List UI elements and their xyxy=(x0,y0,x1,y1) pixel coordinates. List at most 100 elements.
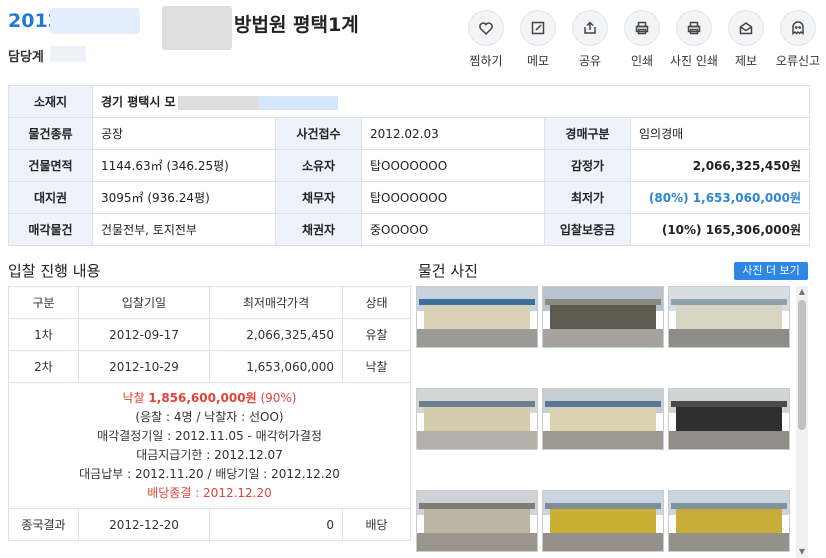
more-photos-button[interactable]: 사진 더 보기 xyxy=(734,262,808,280)
debtor-value: 탑OOOOOOO xyxy=(361,181,545,214)
memo-label: 메모 xyxy=(526,54,550,68)
type-label: 물건종류 xyxy=(8,117,93,150)
land-right-label: 대지권 xyxy=(8,181,93,214)
report-button[interactable]: 제보 xyxy=(720,10,772,69)
payment-deadline-line: 대금지급기한 : 2012.12.07 xyxy=(136,447,283,462)
print-icon xyxy=(624,10,660,46)
building-area-label: 건물면적 xyxy=(8,149,93,182)
property-photo[interactable] xyxy=(542,286,664,348)
decision-line: 매각결정기일 : 2012.11.05 - 매각허가결정 xyxy=(97,428,322,443)
received-label: 사건접수 xyxy=(275,117,362,150)
date-cell: 2012-09-17 xyxy=(78,318,210,351)
info-row-location: 소재지 경기 평택시 모 xyxy=(8,85,811,118)
property-photo[interactable] xyxy=(416,388,538,450)
scrollbar-thumb[interactable] xyxy=(798,300,806,430)
property-photo[interactable] xyxy=(668,286,790,348)
location-cell: 경기 평택시 모 xyxy=(91,85,811,118)
appraisal-value: 2,066,325,450원 xyxy=(629,149,811,182)
report-icon xyxy=(728,10,764,46)
min-price-value: (80%) 1,653,060,000원 xyxy=(629,181,811,214)
scroll-down-icon[interactable]: ▼ xyxy=(796,546,808,558)
share-button[interactable]: 공유 xyxy=(564,10,616,69)
property-photo[interactable] xyxy=(668,490,790,552)
report-label: 제보 xyxy=(734,54,758,68)
property-photo[interactable] xyxy=(542,490,664,552)
dividend-end-line: 배당종결 : 2012.12.20 xyxy=(147,485,272,500)
property-photo[interactable] xyxy=(542,388,664,450)
appraisal-label: 감정가 xyxy=(544,149,631,182)
bid-section-title: 입찰 진행 내용 xyxy=(8,262,101,280)
redacted-department xyxy=(50,46,86,62)
table-row: 1차 2012-09-17 2,066,325,450 유찰 xyxy=(8,318,411,351)
location-value: 경기 평택시 모 xyxy=(101,95,176,109)
header-price: 최저매각가격 xyxy=(209,286,343,319)
creditor-label: 채권자 xyxy=(275,213,362,246)
heart-icon xyxy=(468,10,504,46)
scroll-up-icon[interactable]: ▲ xyxy=(796,286,808,298)
photo-section-title: 물건 사진 xyxy=(418,262,478,280)
property-photo[interactable] xyxy=(668,388,790,450)
status-cell: 유찰 xyxy=(342,318,411,351)
action-toolbar: 찜하기 메모 공유 인쇄 사진 인쇄 제보 오류신고 xyxy=(460,10,824,69)
redacted-court-name xyxy=(162,6,232,50)
info-row: 매각물건 건물전부, 토지전부 채권자 중OOOOO 입찰보증금 (10%) 1… xyxy=(8,213,811,246)
memo-button[interactable]: 메모 xyxy=(512,10,564,69)
creditor-value: 중OOOOO xyxy=(361,213,545,246)
final-amount: 0 xyxy=(209,508,343,541)
debtor-label: 채무자 xyxy=(275,181,362,214)
building-area-value: 1144.63㎡ (346.25평) xyxy=(92,149,276,182)
deposit-label: 입찰보증금 xyxy=(544,213,631,246)
redacted-address xyxy=(177,95,338,110)
deposit-value: (10%) 165,306,000원 xyxy=(629,213,811,246)
photo-gallery xyxy=(416,286,794,558)
favorite-button[interactable]: 찜하기 xyxy=(460,10,512,69)
round-cell: 2차 xyxy=(8,350,79,383)
court-name: 방법원 평택1계 xyxy=(234,14,359,36)
winning-amount: 1,856,600,000원 xyxy=(148,390,257,405)
bid-table-header: 구분 입찰기일 최저매각가격 상태 xyxy=(8,286,411,319)
error-report-label: 오류신고 xyxy=(775,54,821,68)
photo-scrollbar[interactable]: ▲ ▼ xyxy=(796,286,808,558)
header-round: 구분 xyxy=(8,286,79,319)
department-label: 담당계 xyxy=(8,50,44,65)
winning-label: 낙찰 xyxy=(122,390,145,405)
print-button[interactable]: 인쇄 xyxy=(616,10,668,69)
bidders-line: (응찰 : 4명 / 낙찰자 : 선OO) xyxy=(135,409,284,424)
winning-line: 낙찰 1,856,600,000원 (90%) xyxy=(9,389,410,408)
final-status: 배당 xyxy=(342,508,411,541)
memo-icon xyxy=(520,10,556,46)
auction-type-value: 임의경매 xyxy=(629,117,811,150)
winning-pct: (90%) xyxy=(260,390,297,405)
sale-object-value: 건물전부, 토지전부 xyxy=(92,213,276,246)
sale-object-label: 매각물건 xyxy=(8,213,93,246)
type-value: 공장 xyxy=(92,117,276,150)
error-report-button[interactable]: 오류신고 xyxy=(772,10,824,69)
date-cell: 2012-10-29 xyxy=(78,350,210,383)
photo-print-label: 사진 인쇄 xyxy=(670,54,718,68)
bid-result-cell: 낙찰 1,856,600,000원 (90%) (응찰 : 4명 / 낙찰자 :… xyxy=(8,382,411,509)
print-label: 인쇄 xyxy=(630,54,654,68)
header-status: 상태 xyxy=(342,286,411,319)
owner-label: 소유자 xyxy=(275,149,362,182)
photo-print-button[interactable]: 사진 인쇄 xyxy=(668,10,720,69)
header-date: 입찰기일 xyxy=(78,286,210,319)
status-cell: 낙찰 xyxy=(342,350,411,383)
share-label: 공유 xyxy=(578,54,602,68)
redacted-case-number xyxy=(50,8,140,34)
property-photo[interactable] xyxy=(416,490,538,552)
property-photo[interactable] xyxy=(416,286,538,348)
final-label: 종국결과 xyxy=(8,508,79,541)
photo-print-icon xyxy=(676,10,712,46)
error-report-icon xyxy=(780,10,816,46)
info-row: 대지권 3095㎡ (936.24평) 채무자 탑OOOOOOO 최저가 (80… xyxy=(8,181,811,214)
bid-history-table: 구분 입찰기일 최저매각가격 상태 1차 2012-09-17 2,066,32… xyxy=(8,286,411,541)
final-date: 2012-12-20 xyxy=(78,508,210,541)
round-cell: 1차 xyxy=(8,318,79,351)
final-result-row: 종국결과 2012-12-20 0 배당 xyxy=(8,508,411,541)
received-value: 2012.02.03 xyxy=(361,117,545,150)
price-cell: 1,653,060,000 xyxy=(209,350,343,383)
payment-line: 대금납부 : 2012.11.20 / 배당기일 : 2012.12.20 xyxy=(79,466,340,481)
info-row: 건물면적 1144.63㎡ (346.25평) 소유자 탑OOOOOOO 감정가… xyxy=(8,149,811,182)
location-label: 소재지 xyxy=(8,85,93,118)
min-price-label: 최저가 xyxy=(544,181,631,214)
